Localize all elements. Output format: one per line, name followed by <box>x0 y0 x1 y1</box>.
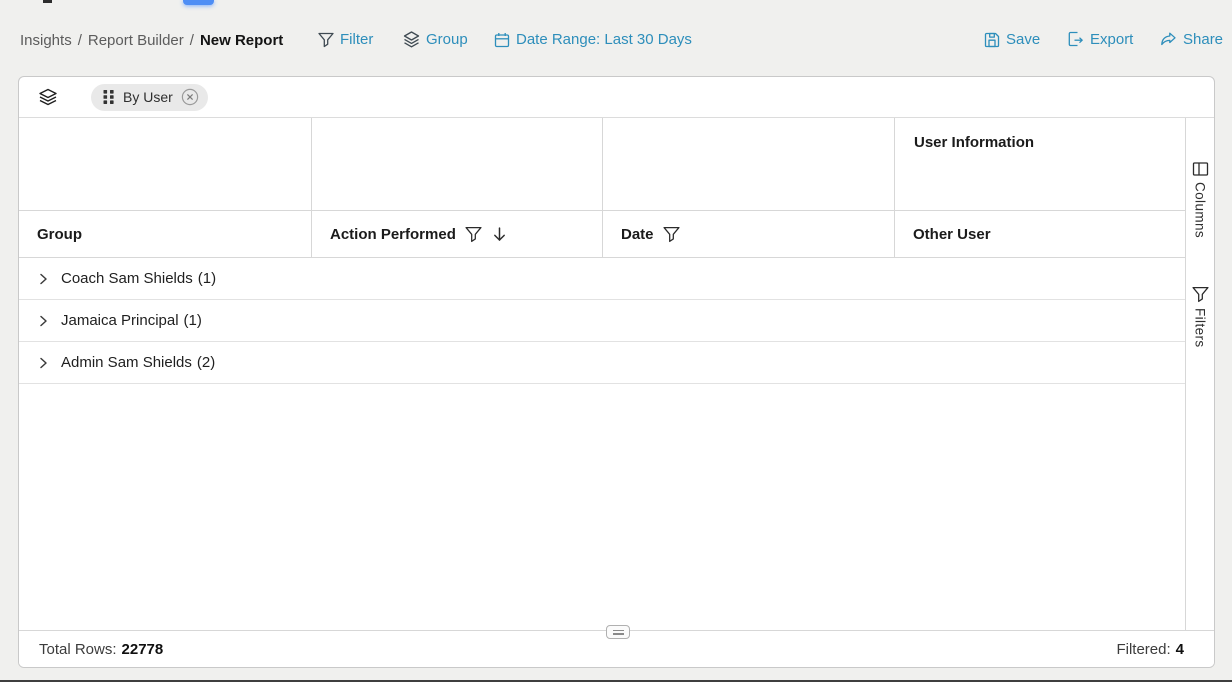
column-header-row: Group Action Performed Date Other User <box>19 211 1188 258</box>
total-rows: Total Rows: 22778 <box>39 641 163 658</box>
column-filter-icon[interactable] <box>663 226 680 243</box>
breadcrumb-insights[interactable]: Insights <box>20 32 72 49</box>
chevron-right-icon[interactable] <box>36 356 50 370</box>
panel-resize-handle[interactable] <box>606 625 630 639</box>
sort-descending-icon[interactable] <box>491 226 508 243</box>
column-group-title: User Information <box>895 118 1188 151</box>
drag-line <box>613 633 624 635</box>
column-filter-icon[interactable] <box>465 226 482 243</box>
group-row-jamaica-principal[interactable]: Jamaica Principal (1) <box>19 300 1188 342</box>
grouping-bar: By User <box>19 77 1214 118</box>
columns-icon <box>1192 161 1209 177</box>
group-row-admin-sam-shields[interactable]: Admin Sam Shields (2) <box>19 342 1188 384</box>
chevron-right-icon[interactable] <box>36 314 50 328</box>
filtered-rows: Filtered: 4 <box>1116 641 1184 658</box>
breadcrumb-separator: / <box>78 32 82 49</box>
filter-button[interactable]: Filter <box>318 31 373 48</box>
group-header-cell-user-information: User Information <box>895 118 1188 210</box>
breadcrumb: Insights / Report Builder / New Report <box>20 32 283 49</box>
share-icon <box>1160 31 1177 48</box>
save-button[interactable]: Save <box>984 31 1040 48</box>
column-group-header-row: User Information <box>19 118 1188 211</box>
column-header-action-performed[interactable]: Action Performed <box>312 211 603 257</box>
tab-columns[interactable]: Columns <box>1192 161 1209 238</box>
group-chip-label: By User <box>123 89 173 105</box>
column-header-label: Date <box>621 226 654 243</box>
export-button[interactable]: Export <box>1067 31 1133 48</box>
group-row-label: Coach Sam Shields <box>61 270 193 287</box>
tab-filters-label: Filters <box>1193 308 1208 348</box>
group-chip-by-user[interactable]: By User <box>91 84 208 111</box>
group-button[interactable]: Group <box>403 31 468 48</box>
filter-icon <box>318 32 334 48</box>
date-range-button-label: Date Range: Last 30 Days <box>516 31 692 48</box>
share-button[interactable]: Share <box>1160 31 1223 48</box>
column-header-label: Group <box>37 226 82 243</box>
chevron-right-icon[interactable] <box>36 272 50 286</box>
filtered-label: Filtered: <box>1116 641 1170 658</box>
breadcrumb-report-builder[interactable]: Report Builder <box>88 32 184 49</box>
column-header-label: Other User <box>913 226 991 243</box>
group-row-coach-sam-shields[interactable]: Coach Sam Shields (1) <box>19 258 1188 300</box>
table-body: Coach Sam Shields (1) Jamaica Principal … <box>19 258 1188 384</box>
save-button-label: Save <box>1006 31 1040 48</box>
filter-button-label: Filter <box>340 31 373 48</box>
filters-icon <box>1192 286 1209 303</box>
top-clipped-text-fragment <box>43 0 52 3</box>
export-icon <box>1067 31 1084 48</box>
drag-line <box>613 630 624 632</box>
group-row-count: (2) <box>197 354 215 371</box>
group-row-label: Admin Sam Shields <box>61 354 192 371</box>
group-header-cell-empty <box>19 118 312 210</box>
group-row-count: (1) <box>184 312 202 329</box>
share-button-label: Share <box>1183 31 1223 48</box>
calendar-icon <box>494 32 510 48</box>
group-row-count: (1) <box>198 270 216 287</box>
top-clipped-tab-indicator <box>183 0 214 5</box>
group-button-label: Group <box>426 31 468 48</box>
grouping-layers-icon[interactable] <box>38 88 58 107</box>
report-table-card: By User User Information Group Action Pe… <box>18 76 1215 668</box>
breadcrumb-current-page: New Report <box>200 32 283 49</box>
tab-filters[interactable]: Filters <box>1192 286 1209 348</box>
column-header-label: Action Performed <box>330 226 456 243</box>
tab-columns-label: Columns <box>1193 182 1208 238</box>
group-header-cell-empty <box>312 118 603 210</box>
column-header-date[interactable]: Date <box>603 211 895 257</box>
date-range-button[interactable]: Date Range: Last 30 Days <box>494 31 692 48</box>
save-icon <box>984 32 1000 48</box>
column-header-group[interactable]: Group <box>19 211 312 257</box>
layers-icon <box>403 31 420 48</box>
group-header-cell-empty <box>603 118 895 210</box>
filtered-value: 4 <box>1176 641 1184 658</box>
group-row-label: Jamaica Principal <box>61 312 179 329</box>
export-button-label: Export <box>1090 31 1133 48</box>
side-panel-tabs: Columns Filters <box>1185 118 1214 630</box>
grid-icon <box>103 89 115 105</box>
column-header-other-user[interactable]: Other User <box>895 211 1188 257</box>
total-rows-label: Total Rows: <box>39 641 117 658</box>
report-builder-screen: Insights / Report Builder / New Report F… <box>0 0 1232 682</box>
total-rows-value: 22778 <box>122 641 164 658</box>
close-icon[interactable] <box>181 88 199 106</box>
breadcrumb-separator: / <box>190 32 194 49</box>
